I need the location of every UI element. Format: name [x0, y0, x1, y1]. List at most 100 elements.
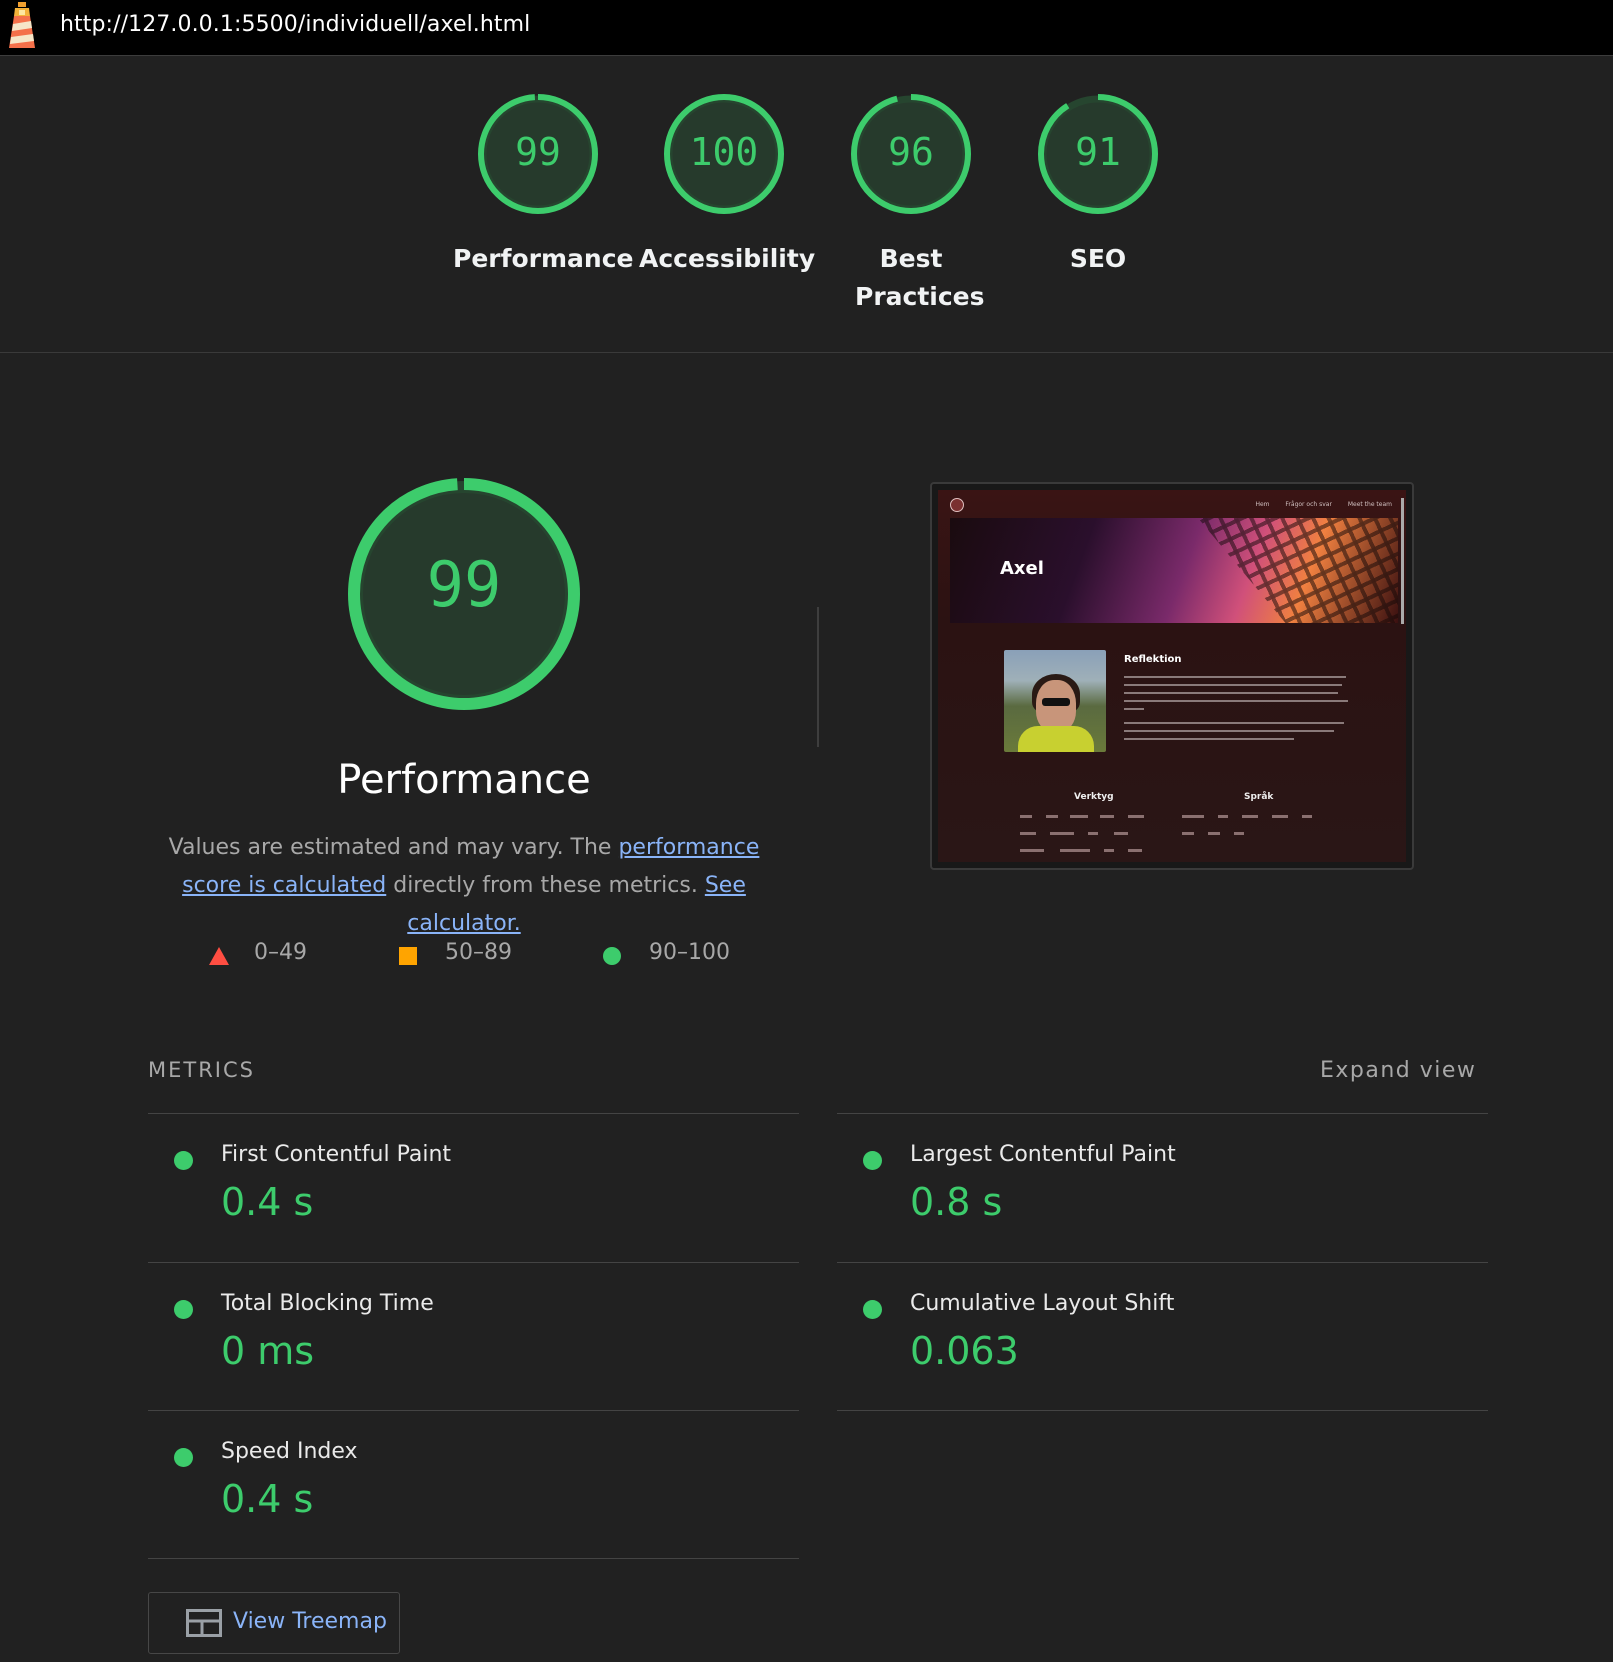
chip: [1182, 815, 1204, 818]
metric-largest-contentful-paint: Largest Contentful Paint 0.8 s: [837, 1114, 1488, 1262]
triangle-icon: [209, 947, 229, 965]
screenshot-nav-item: Frågor och svar: [1285, 501, 1332, 508]
legend-average-label: 50–89: [445, 940, 512, 965]
text-line: [1124, 676, 1346, 678]
circle-icon: [603, 947, 621, 965]
legend-pass-label: 90–100: [649, 940, 730, 965]
metric-value: 0 ms: [221, 1329, 315, 1373]
text-line: [1124, 700, 1348, 702]
gauge-label: Best Practices: [855, 244, 985, 311]
metric-title: Total Blocking Time: [221, 1291, 434, 1316]
legend-pass: 90–100: [602, 940, 762, 972]
screenshot-hero-name: Axel: [1000, 558, 1044, 579]
section-divider: [817, 607, 819, 747]
chip: [1242, 815, 1258, 818]
chip: [1114, 832, 1128, 835]
chip: [1182, 832, 1194, 835]
gauge-score: 100: [689, 130, 759, 174]
chip: [1088, 832, 1098, 835]
metric-value: 0.4 s: [221, 1477, 314, 1521]
chip: [1046, 815, 1058, 818]
metric-speed-index: Speed Index 0.4 s: [148, 1411, 799, 1559]
photo-shirt: [1018, 726, 1094, 752]
screenshot-nav-item: Hem: [1255, 501, 1270, 508]
metric-total-blocking-time: Total Blocking Time 0 ms: [148, 1263, 799, 1411]
screenshot-hero: Axel: [950, 518, 1398, 623]
legend-fail-label: 0–49: [254, 940, 307, 965]
text-line: [1124, 708, 1144, 710]
desc-text-prefix: Values are estimated and may vary. The: [168, 835, 619, 860]
metric-value: 0.4 s: [221, 1180, 314, 1224]
chip: [1208, 832, 1220, 835]
metric-first-contentful-paint: First Contentful Paint 0.4 s: [148, 1114, 799, 1262]
desc-text-middle: directly from these metrics.: [386, 873, 705, 898]
view-treemap-label: View Treemap: [233, 1609, 387, 1634]
lighthouse-logo-icon: [9, 2, 35, 48]
metric-value: 0.8 s: [910, 1180, 1003, 1224]
screenshot-scrollbar: [1401, 498, 1404, 624]
gauge-score: 96: [888, 130, 934, 174]
gauge-label: Accessibility: [639, 244, 816, 273]
chip: [1020, 849, 1044, 852]
performance-score: 99: [426, 548, 502, 621]
chip: [1302, 815, 1312, 818]
chip: [1128, 849, 1142, 852]
page-url[interactable]: http://127.0.0.1:5500/individuell/axel.h…: [60, 12, 530, 37]
pass-circle-icon: [863, 1151, 882, 1170]
text-line: [1124, 738, 1294, 740]
screenshot-nav: Hem Frågor och svar Meet the team: [1241, 501, 1392, 508]
site-logo-icon: [950, 498, 964, 512]
text-line: [1124, 684, 1342, 686]
metrics-heading: METRICS: [148, 1058, 255, 1082]
chip: [1234, 832, 1244, 835]
gauge-label: SEO: [1069, 244, 1127, 273]
metric-cumulative-layout-shift: Cumulative Layout Shift 0.063: [837, 1263, 1488, 1411]
text-line: [1124, 692, 1338, 694]
photo-glasses: [1042, 698, 1070, 706]
treemap-icon: [186, 1609, 222, 1637]
gauge-label: Performance: [453, 244, 634, 273]
gauge-score: 91: [1075, 130, 1121, 174]
expand-view-toggle[interactable]: Expand view: [1320, 1058, 1476, 1083]
chip: [1020, 815, 1032, 818]
final-screenshot[interactable]: Hem Frågor och svar Meet the team Axel R…: [930, 482, 1414, 870]
chip: [1128, 815, 1144, 818]
pass-circle-icon: [863, 1300, 882, 1319]
profile-photo: [1004, 650, 1106, 752]
address-bar: http://127.0.0.1:5500/individuell/axel.h…: [0, 0, 1613, 56]
chip: [1060, 849, 1090, 852]
keyboard-image: [1198, 518, 1398, 623]
chip: [1272, 815, 1288, 818]
screenshot-col-title: Språk: [1244, 792, 1274, 802]
metric-value: 0.063: [910, 1329, 1019, 1373]
metric-title: Speed Index: [221, 1439, 358, 1464]
performance-description: Values are estimated and may vary. The p…: [140, 829, 788, 943]
chip: [1104, 849, 1114, 852]
pass-circle-icon: [174, 1448, 193, 1467]
gauge-score: 99: [515, 130, 561, 174]
chip: [1050, 832, 1074, 835]
square-icon: [399, 947, 417, 965]
view-treemap-button[interactable]: View Treemap: [148, 1592, 400, 1654]
metric-title: Largest Contentful Paint: [910, 1142, 1176, 1167]
chip: [1100, 815, 1114, 818]
screenshot-section-title: Reflektion: [1124, 654, 1182, 665]
text-line: [1124, 722, 1344, 724]
performance-title: Performance: [337, 757, 591, 803]
chip: [1070, 815, 1088, 818]
screenshot-nav-item: Meet the team: [1347, 501, 1392, 508]
chip: [1020, 832, 1036, 835]
metrics-divider: [837, 1410, 1488, 1411]
metrics-divider: [148, 1558, 799, 1559]
legend-fail: 0–49: [206, 940, 326, 972]
metric-title: First Contentful Paint: [221, 1142, 452, 1167]
screenshot-page: Hem Frågor och svar Meet the team Axel R…: [938, 490, 1406, 862]
screenshot-col-title: Verktyg: [1074, 792, 1114, 802]
text-line: [1124, 730, 1334, 732]
score-summary: 99 Performance 100 Accessibility 96 Best…: [0, 56, 1613, 353]
pass-circle-icon: [174, 1151, 193, 1170]
metric-title: Cumulative Layout Shift: [910, 1291, 1175, 1316]
pass-circle-icon: [174, 1300, 193, 1319]
chip: [1218, 815, 1228, 818]
photo-face: [1036, 680, 1076, 732]
